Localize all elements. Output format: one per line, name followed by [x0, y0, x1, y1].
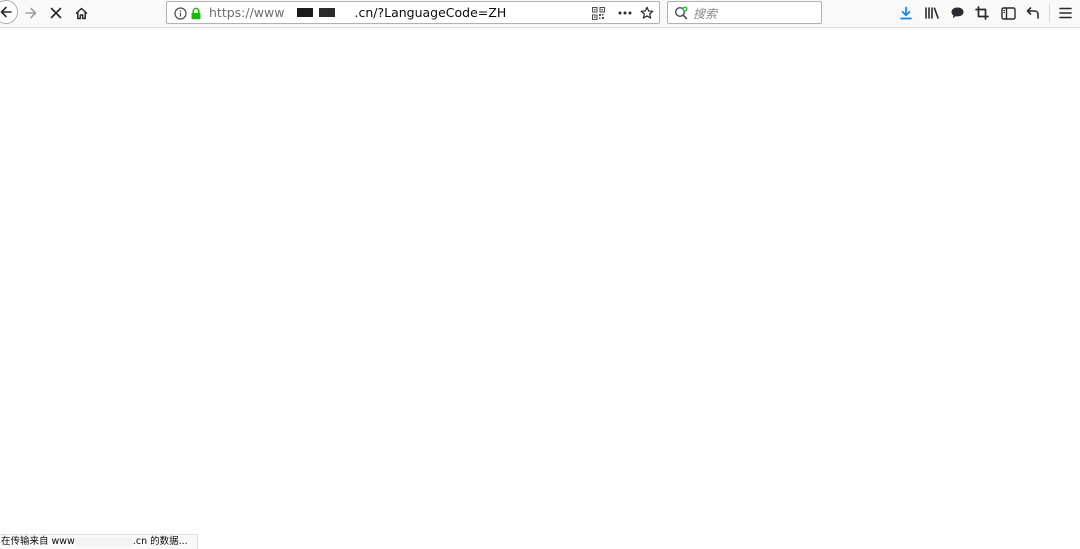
screenshot-crop-icon — [975, 6, 989, 20]
stop-x-icon — [50, 7, 62, 19]
screenshot-button[interactable] — [972, 3, 992, 23]
search-bar[interactable]: 搜索 — [667, 1, 822, 24]
sidebar-icon — [1000, 6, 1016, 20]
status-suffix: .cn 的数据... — [132, 536, 188, 547]
chat-bubble-icon — [951, 7, 963, 19]
undo-arrow-icon — [1026, 7, 1039, 19]
stop-button[interactable] — [45, 2, 67, 24]
toolbar-separator — [1049, 4, 1050, 22]
url-prefix: https://www — [209, 5, 285, 20]
download-icon — [900, 6, 912, 20]
back-button[interactable] — [0, 0, 18, 24]
home-button[interactable] — [70, 2, 92, 24]
info-icon[interactable] — [172, 5, 188, 21]
library-button[interactable] — [922, 3, 942, 23]
forward-button[interactable] — [20, 2, 42, 24]
url-redaction-1 — [297, 8, 313, 17]
url-suffix: .cn/?LanguageCode=ZH — [354, 5, 507, 20]
sidebar-button[interactable] — [998, 3, 1018, 23]
download-button[interactable] — [896, 3, 916, 23]
url-redaction-2 — [319, 8, 335, 17]
nav-toolbar: https://www .cn/?LanguageCode=ZH 搜索 — [0, 0, 1080, 28]
url-text[interactable]: https://www .cn/?LanguageCode=ZH — [209, 5, 506, 20]
search-input[interactable]: 搜索 — [693, 5, 717, 22]
url-bar[interactable]: https://www .cn/?LanguageCode=ZH — [166, 1, 660, 24]
chat-button[interactable] — [947, 3, 967, 23]
status-panel: 在传输来自 www .cn 的数据... — [0, 534, 198, 549]
menu-button[interactable] — [1055, 3, 1075, 23]
status-redaction — [74, 537, 133, 546]
forward-arrow-icon — [25, 7, 37, 19]
back-arrow-icon — [0, 6, 12, 18]
lock-icon[interactable] — [188, 5, 204, 21]
library-icon — [925, 7, 939, 19]
page-content — [0, 28, 1080, 534]
qr-code-icon[interactable] — [590, 5, 606, 21]
search-engine-icon[interactable] — [673, 5, 689, 21]
page-actions-icon[interactable] — [617, 5, 633, 21]
status-prefix: 在传输来自 www — [1, 536, 75, 547]
undo-button[interactable] — [1023, 3, 1043, 23]
star-icon[interactable] — [639, 5, 655, 21]
hamburger-menu-icon — [1058, 7, 1072, 19]
home-icon — [74, 7, 88, 19]
